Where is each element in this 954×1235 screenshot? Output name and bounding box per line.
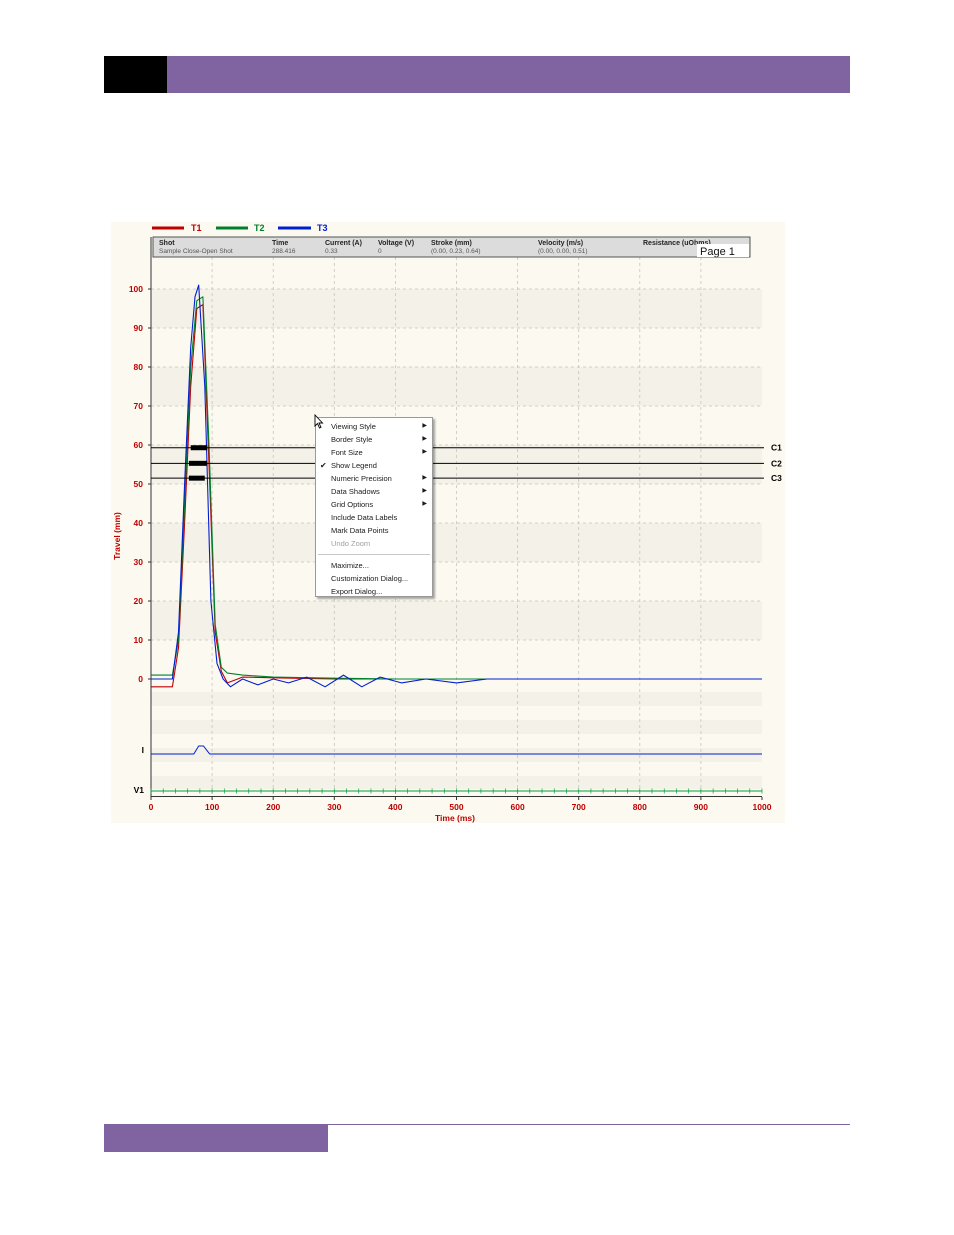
chart-window[interactable]: T1 T2 T3 Shot Sample Close-Open Shot Tim…: [111, 222, 785, 823]
x-tick-label: 400: [388, 802, 402, 812]
info-header-shot: Shot: [159, 240, 175, 247]
info-panel: Shot Sample Close-Open Shot Time 288.416…: [152, 236, 751, 258]
y-tick-label: 80: [134, 362, 144, 372]
menu-item-customization-dialog[interactable]: Customization Dialog...: [316, 572, 432, 585]
info-value-shot: Sample Close-Open Shot: [159, 248, 233, 255]
info-value-current: 0.33: [325, 248, 338, 255]
x-tick-label: 600: [511, 802, 525, 812]
y-tick-label: 70: [134, 401, 144, 411]
context-menu[interactable]: Viewing Style ▶ Border Style ▶ Font Size ▶ ✔ Sh…: [315, 417, 433, 597]
submenu-arrow-icon: ▶: [422, 449, 427, 455]
x-tick-label: 500: [449, 802, 463, 812]
legend-label-t2: T2: [254, 223, 265, 233]
aux-label-i: I: [142, 745, 144, 755]
y-tick-label: 30: [134, 557, 144, 567]
aux-label-v1: V1: [134, 785, 145, 795]
x-tick-label: 700: [572, 802, 586, 812]
menu-item-maximize[interactable]: Maximize...: [316, 559, 432, 572]
x-tick-label: 300: [327, 802, 341, 812]
info-header-velocity: Velocity (m/s): [538, 240, 583, 247]
footer-bar: [104, 1125, 328, 1152]
header-block: [104, 56, 167, 93]
menu-item-label: Show Legend: [331, 461, 377, 470]
legend-label-t1: T1: [191, 223, 202, 233]
menu-item-grid-options[interactable]: Grid Options ▶: [316, 498, 432, 511]
menu-item-font-size[interactable]: Font Size ▶: [316, 446, 432, 459]
menu-item-label: Include Data Labels: [331, 513, 398, 522]
menu-item-numeric-precision[interactable]: Numeric Precision ▶: [316, 472, 432, 485]
menu-item-export-dialog[interactable]: Export Dialog...: [316, 585, 432, 598]
menu-item-undo-zoom: Undo Zoom: [316, 537, 432, 550]
contact-mark-c2: [188, 460, 208, 466]
info-value-time: 288.416: [272, 248, 296, 255]
contact-label-c2: C2: [771, 458, 782, 468]
menu-item-label: Export Dialog...: [331, 587, 383, 596]
menu-item-label: Undo Zoom: [331, 539, 371, 548]
checkmark-icon: ✔: [320, 461, 327, 470]
info-header-time: Time: [272, 240, 288, 247]
x-tick-label: 100: [205, 802, 219, 812]
mouse-cursor-icon: [314, 414, 324, 429]
info-header-stroke: Stroke (mm): [431, 240, 472, 247]
x-tick-label: 1000: [753, 802, 772, 812]
y-tick-label: 90: [134, 323, 144, 333]
chart-canvas[interactable]: T1 T2 T3 Shot Sample Close-Open Shot Tim…: [111, 222, 785, 823]
menu-item-label: Numeric Precision: [331, 474, 392, 483]
y-tick-label: 20: [134, 596, 144, 606]
contact-mark-c3: [188, 475, 205, 481]
x-axis-title: Time (ms): [435, 813, 475, 823]
submenu-arrow-icon: ▶: [422, 488, 427, 494]
submenu-arrow-icon: ▶: [422, 436, 427, 442]
menu-item-label: Font Size: [331, 448, 363, 457]
menu-item-viewing-style[interactable]: Viewing Style ▶: [316, 420, 432, 433]
x-tick-label: 800: [633, 802, 647, 812]
info-header-current: Current (A): [325, 240, 362, 247]
menu-item-mark-data-points[interactable]: Mark Data Points: [316, 524, 432, 537]
menu-item-show-legend[interactable]: ✔ Show Legend: [316, 459, 432, 472]
menu-item-label: Viewing Style: [331, 422, 376, 431]
contact-mark-c1: [190, 445, 208, 451]
x-tick-label: 200: [266, 802, 280, 812]
y-tick-label: 50: [134, 479, 144, 489]
submenu-arrow-icon: ▶: [422, 423, 427, 429]
menu-item-border-style[interactable]: Border Style ▶: [316, 433, 432, 446]
submenu-arrow-icon: ▶: [422, 501, 427, 507]
contact-label-c3: C3: [771, 473, 782, 483]
info-header-voltage: Voltage (V): [378, 240, 414, 247]
y-tick-label: 100: [129, 284, 143, 294]
info-value-velocity: (0.00, 0.00, 0.51): [538, 248, 588, 255]
submenu-arrow-icon: ▶: [422, 475, 427, 481]
y-tick-label: 40: [134, 518, 144, 528]
info-value-stroke: (0.00, 0.23, 0.64): [431, 248, 481, 255]
menu-item-label: Data Shadows: [331, 487, 380, 496]
legend: T1 T2 T3: [152, 223, 328, 233]
y-tick-label: 60: [134, 440, 144, 450]
menu-item-label: Border Style: [331, 435, 373, 444]
x-tick-label: 900: [694, 802, 708, 812]
y-tick-label: 0: [138, 674, 143, 684]
menu-item-data-shadows[interactable]: Data Shadows ▶: [316, 485, 432, 498]
menu-separator: [318, 554, 430, 555]
info-value-voltage: 0: [378, 248, 382, 255]
legend-label-t3: T3: [317, 223, 328, 233]
menu-item-label: Mark Data Points: [331, 526, 389, 535]
menu-item-label: Grid Options: [331, 500, 374, 509]
menu-item-label: Customization Dialog...: [331, 574, 409, 583]
header-bar: [104, 56, 850, 93]
contact-label-c1: C1: [771, 443, 782, 453]
y-axis-title: Travel (mm): [112, 512, 122, 560]
x-tick-label: 0: [149, 802, 154, 812]
menu-item-include-data-labels[interactable]: Include Data Labels: [316, 511, 432, 524]
y-tick-label: 10: [134, 635, 144, 645]
page-label: Page 1: [700, 246, 735, 258]
menu-item-label: Maximize...: [331, 561, 369, 570]
